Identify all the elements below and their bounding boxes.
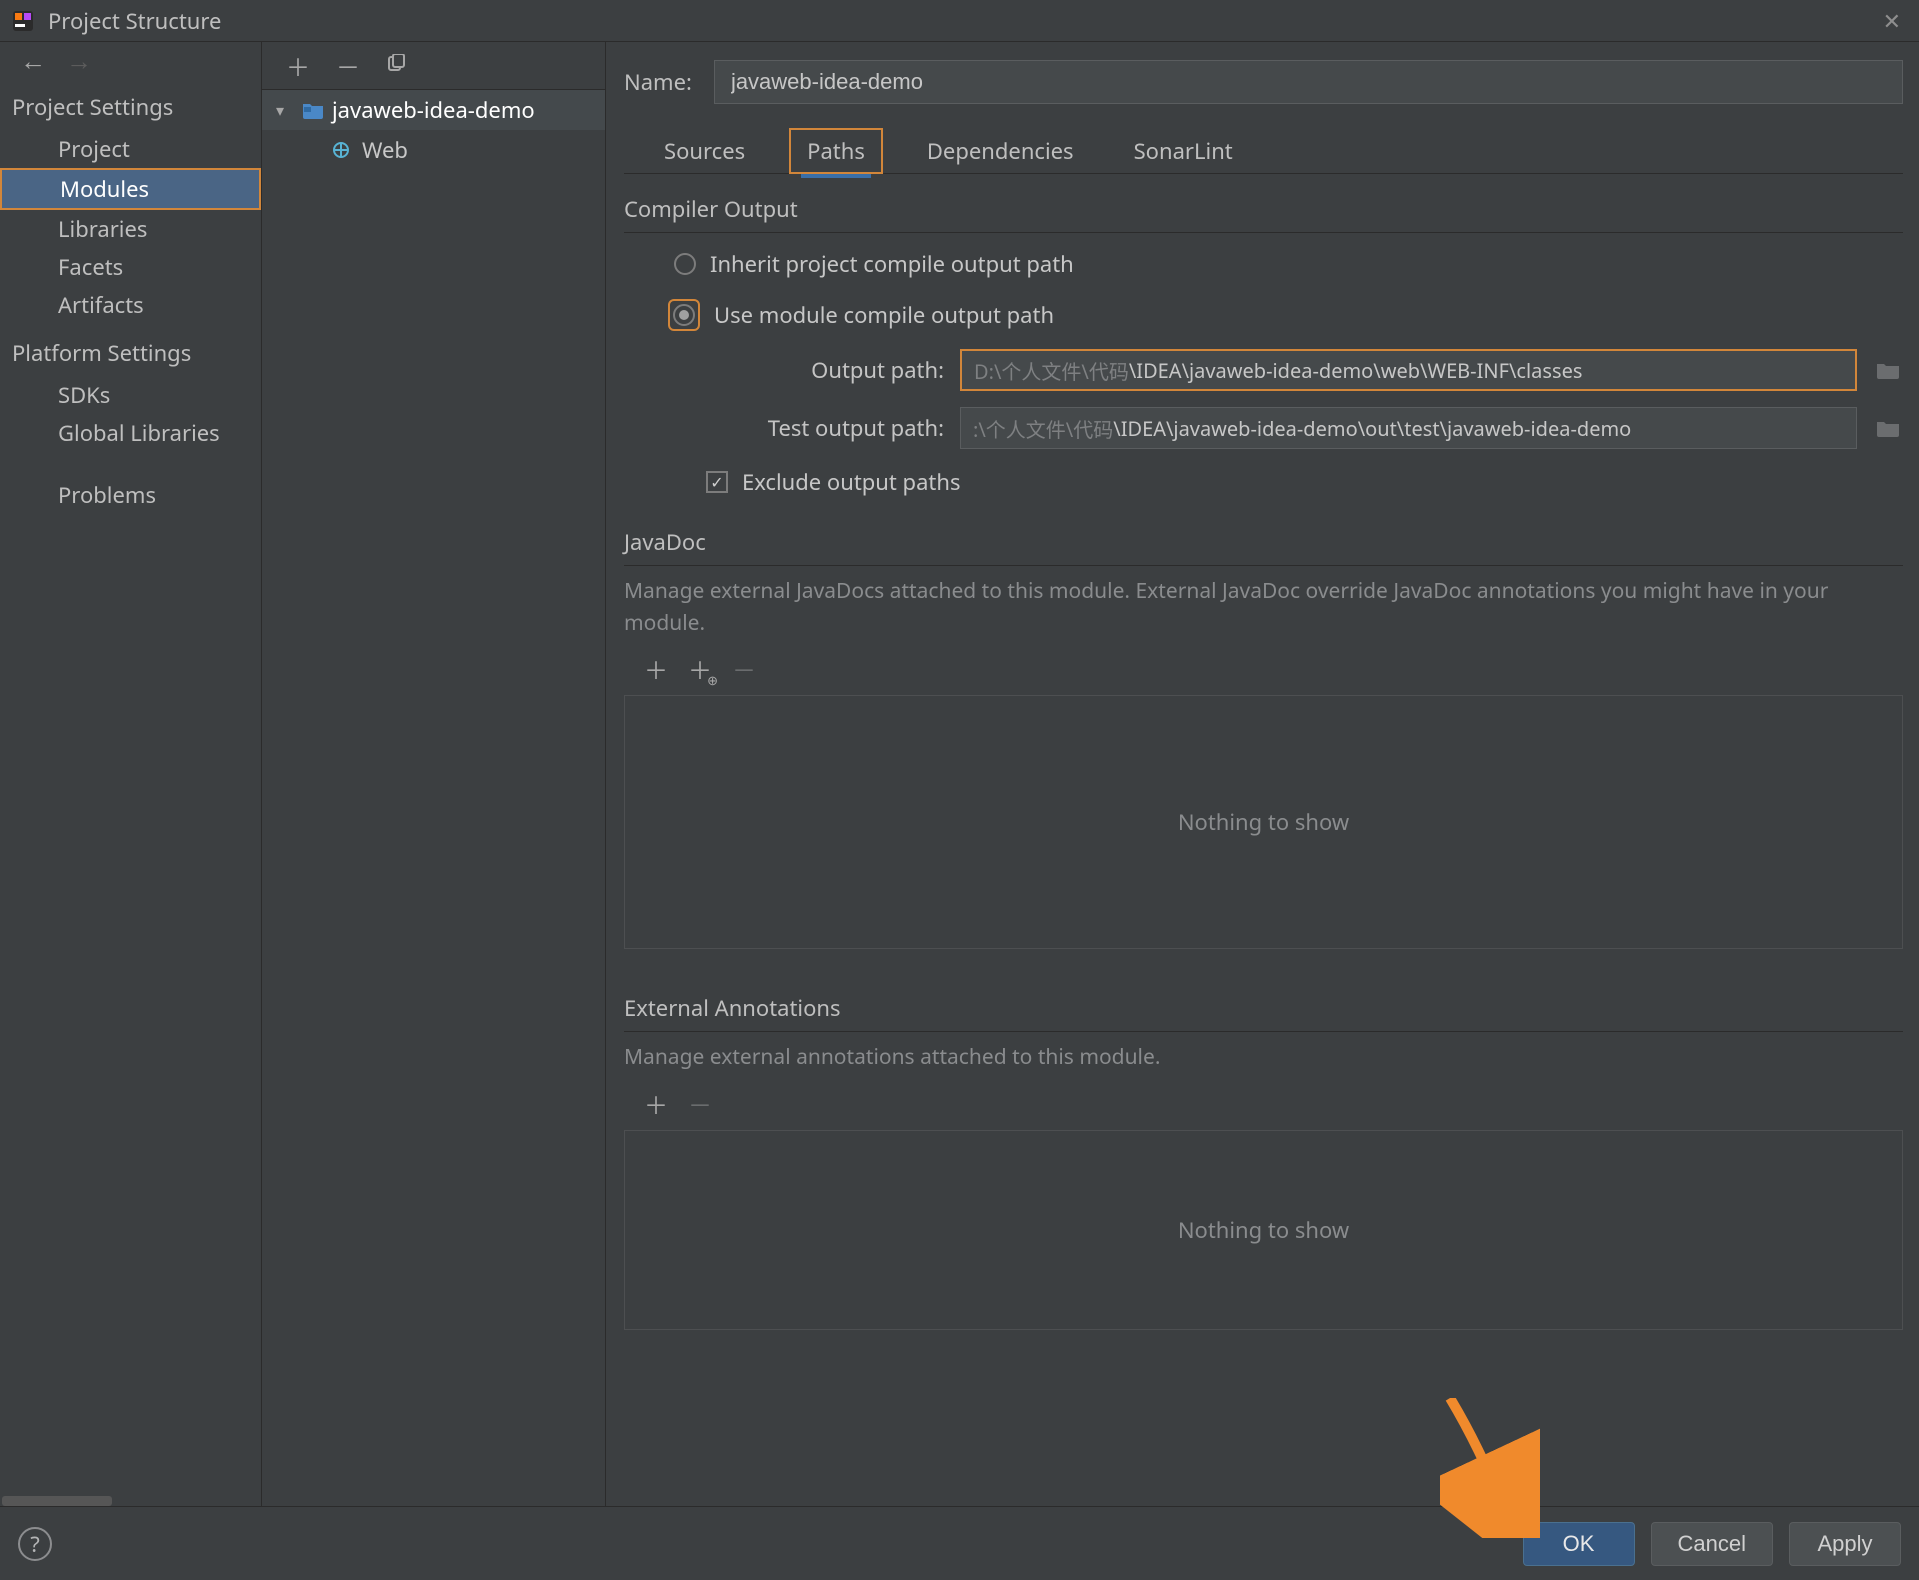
javadoc-header: JavaDoc [624,527,1903,566]
tabs: Sources Paths Dependencies SonarLint [624,128,1903,174]
browse-output-icon[interactable] [1873,359,1903,381]
ext-anno-add-icon[interactable]: ＋ [644,1086,668,1122]
tab-paths[interactable]: Paths [789,128,883,174]
nav-item-artifacts[interactable]: Artifacts [0,286,261,324]
output-path-input[interactable]: D:\个人文件\代码\IDEA\javaweb-idea-demo\web\WE… [960,349,1857,391]
tree-facet-label: Web [362,135,408,165]
test-output-path-input[interactable]: :\个人文件\代码\IDEA\javaweb-idea-demo\out\tes… [960,407,1857,449]
checkbox-exclude-output[interactable]: ✓ [706,471,728,493]
nav-item-libraries[interactable]: Libraries [0,210,261,248]
module-name-input[interactable] [714,60,1903,104]
chevron-down-icon[interactable]: ▾ [276,99,294,121]
radio-use-module[interactable] [673,304,695,326]
remove-icon[interactable]: － [336,48,360,84]
window-title: Project Structure [48,6,1877,36]
dialog-footer: ? OK Cancel Apply [0,1506,1919,1580]
javadoc-hint: Manage external JavaDocs attached to thi… [624,572,1903,647]
titlebar: Project Structure ✕ [0,0,1919,42]
copy-icon[interactable] [386,49,406,82]
forward-icon[interactable]: → [66,47,92,73]
help-icon[interactable]: ? [18,1527,52,1561]
left-nav-scrollbar[interactable] [0,1496,261,1506]
scrollbar-thumb[interactable] [2,1496,112,1506]
radio-inherit-label: Inherit project compile output path [710,249,1074,279]
folder-icon [302,101,324,119]
javadoc-list: Nothing to show [624,695,1903,949]
module-editor: Name: Sources Paths Dependencies SonarLi… [606,42,1919,1506]
tree-module-row[interactable]: ▾ javaweb-idea-demo [262,90,605,130]
output-path-gray: D:\个人文件\代码 [974,356,1129,385]
ext-anno-remove-icon[interactable]: － [688,1086,712,1122]
module-tree: ＋ － ▾ javaweb-idea-demo Web [262,42,606,1506]
checkbox-exclude-output-label: Exclude output paths [742,467,961,497]
browse-test-output-icon[interactable] [1873,417,1903,439]
back-icon[interactable]: ← [20,47,46,73]
ext-anno-hint: Manage external annotations attached to … [624,1038,1903,1082]
output-path-label: Output path: [674,355,944,385]
javadoc-remove-icon[interactable]: － [732,651,756,687]
javadoc-add-icon[interactable]: ＋ [644,651,668,687]
ext-anno-empty: Nothing to show [1178,1215,1349,1245]
tab-sonarlint[interactable]: SonarLint [1118,130,1249,172]
tab-sources[interactable]: Sources [648,130,761,172]
add-icon[interactable]: ＋ [286,48,310,84]
test-output-path-light: \IDEA\javaweb-idea-demo\out\test\javaweb… [1113,415,1631,442]
nav-item-sdks[interactable]: SDKs [0,376,261,414]
output-path-light: \IDEA\javaweb-idea-demo\web\WEB-INF\clas… [1129,357,1583,384]
close-icon[interactable]: ✕ [1877,6,1907,36]
ok-button[interactable]: OK [1523,1522,1635,1566]
web-icon [332,141,354,159]
tab-dependencies[interactable]: Dependencies [911,130,1090,172]
radio-inherit[interactable] [674,253,696,275]
apply-button[interactable]: Apply [1789,1522,1901,1566]
javadoc-empty: Nothing to show [1178,807,1349,837]
nav-item-global-libraries[interactable]: Global Libraries [0,414,261,452]
test-output-path-gray: :\个人文件\代码 [973,414,1113,443]
ext-anno-header: External Annotations [624,993,1903,1032]
nav-item-facets[interactable]: Facets [0,248,261,286]
nav-item-project[interactable]: Project [0,130,261,168]
nav-item-problems[interactable]: Problems [0,476,261,514]
compiler-output-header: Compiler Output [624,194,1903,233]
section-project-settings: Project Settings [0,78,261,130]
javadoc-add-url-icon[interactable]: ＋⊕ [688,651,712,687]
radio-use-module-label: Use module compile output path [714,300,1054,330]
test-output-path-label: Test output path: [674,413,944,443]
radio-use-module-highlight [668,299,700,331]
ext-anno-list: Nothing to show [624,1130,1903,1330]
nav-item-modules[interactable]: Modules [0,168,261,210]
tree-module-label: javaweb-idea-demo [332,95,535,125]
tree-facet-row[interactable]: Web [262,130,605,170]
left-nav: ← → Project Settings Project Modules Lib… [0,42,262,1506]
section-platform-settings: Platform Settings [0,324,261,376]
cancel-button[interactable]: Cancel [1651,1522,1773,1566]
app-icon [12,10,34,32]
name-label: Name: [624,67,692,97]
